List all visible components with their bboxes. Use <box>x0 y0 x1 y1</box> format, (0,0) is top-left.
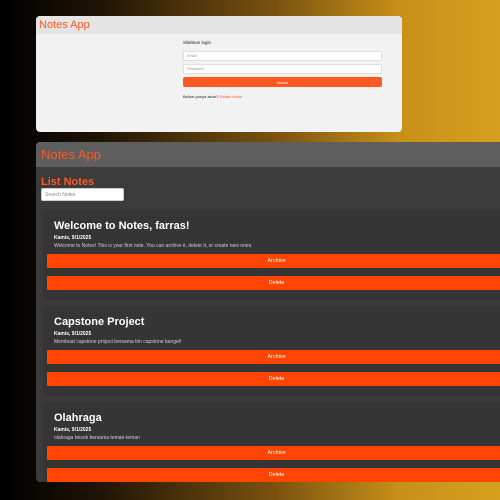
archive-button[interactable]: Archive <box>47 254 500 268</box>
delete-button[interactable]: Delete <box>47 276 500 290</box>
note-card: Welcome to Notes, farras! Kamis, 9/1/202… <box>44 210 500 298</box>
login-prompt: Silahkan login <box>183 40 212 45</box>
note-date: Kamis, 9/1/2025 <box>54 235 92 241</box>
email-field[interactable] <box>183 51 382 61</box>
login-window: Notes App Silahkan login Masuk Belum pun… <box>36 16 402 132</box>
notes-window: Notes App List Notes Welcome to Notes, f… <box>36 142 500 482</box>
note-body: olahraga besok bersama teman-teman <box>54 435 140 441</box>
note-title: Welcome to Notes, farras! <box>54 220 190 232</box>
register-line: Belum punya akun? Daftar di sini <box>183 94 382 99</box>
app-title: Notes App <box>39 19 90 31</box>
note-date: Kamis, 9/1/2025 <box>54 427 92 433</box>
login-window-header: Notes App <box>36 16 402 34</box>
list-notes-title: List Notes <box>41 176 95 188</box>
delete-button[interactable]: Delete <box>47 468 500 482</box>
note-card: Capstone Project Kamis, 9/1/2025 Membuat… <box>44 306 500 394</box>
note-date: Kamis, 9/1/2025 <box>54 331 92 337</box>
delete-button[interactable]: Delete <box>47 372 500 386</box>
register-link[interactable]: Daftar di sini <box>219 94 241 99</box>
note-title: Olahraga <box>54 412 102 424</box>
archive-button[interactable]: Archive <box>47 350 500 364</box>
notes-window-header: Notes App <box>36 142 500 167</box>
note-card: Olahraga Kamis, 9/1/2025 olahraga besok … <box>44 402 500 482</box>
note-body: Membuat capstone project bersama tim cap… <box>54 339 182 345</box>
search-input[interactable] <box>41 188 124 201</box>
archive-button[interactable]: Archive <box>47 446 500 460</box>
register-prompt: Belum punya akun? <box>183 94 219 99</box>
note-title: Capstone Project <box>54 316 145 328</box>
login-button[interactable]: Masuk <box>183 77 382 87</box>
note-body: Welcome to Notes! This is your first not… <box>54 243 253 249</box>
login-form: Silahkan login Masuk Belum punya akun? D… <box>183 40 382 99</box>
password-field[interactable] <box>183 64 382 74</box>
app-title: Notes App <box>41 147 101 162</box>
